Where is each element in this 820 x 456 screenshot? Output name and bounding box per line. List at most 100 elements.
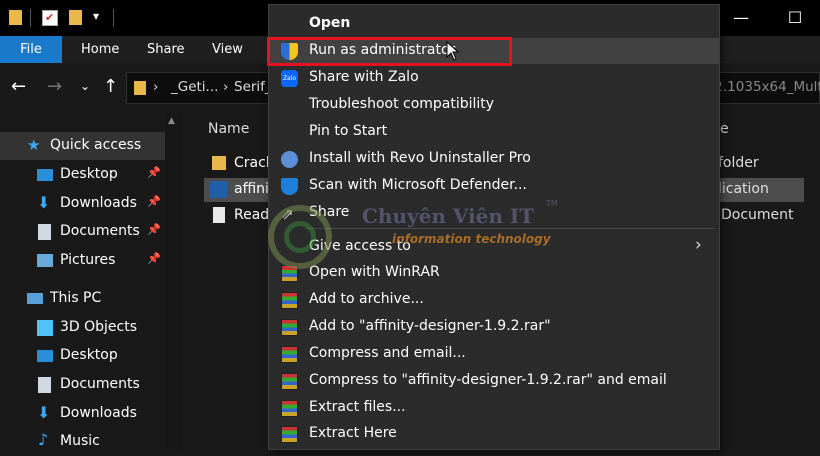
zalo-icon: Zalo: [281, 70, 298, 87]
navigation-pane: ★ Quick access Desktop 📌 ⬇ Downloads 📌 D…: [0, 113, 181, 450]
menu-item-install-with-revo[interactable]: Install with Revo Uninstaller Pro: [269, 146, 719, 172]
sidebar-item-label: Pictures: [60, 252, 116, 268]
forward-arrow-icon[interactable]: →: [47, 76, 62, 97]
folder-icon: [9, 10, 22, 25]
menu-item-add-to-rar[interactable]: Add to "affinity-designer-1.9.2.rar": [269, 314, 719, 340]
winrar-icon: [281, 292, 298, 309]
submenu-chevron-right-icon: ›: [695, 235, 702, 255]
file-type: lication: [718, 181, 769, 197]
menu-item-label: Install with Revo Uninstaller Pro: [309, 150, 531, 166]
mouse-cursor-icon: [446, 41, 460, 61]
sidebar-item-label: Documents: [60, 376, 140, 392]
column-header-type[interactable]: e: [720, 121, 729, 137]
sidebar-item-pictures[interactable]: Pictures 📌: [0, 247, 165, 275]
menu-item-pin-to-start[interactable]: Pin to Start: [269, 119, 719, 145]
sidebar-item-desktop-pc[interactable]: Desktop: [0, 342, 165, 370]
menu-item-compress-to-rar-and-email[interactable]: Compress to "affinity-designer-1.9.2.rar…: [269, 368, 719, 394]
menu-item-troubleshoot-compatibility[interactable]: Troubleshoot compatibility: [269, 92, 719, 118]
menu-item-extract-here[interactable]: Extract Here: [269, 421, 719, 447]
sidebar-item-downloads-pc[interactable]: ⬇ Downloads: [0, 400, 165, 428]
menu-item-add-to-archive[interactable]: Add to archive...: [269, 287, 719, 313]
sidebar-item-label: 3D Objects: [60, 319, 138, 335]
desktop-icon: [37, 350, 53, 362]
menu-item-compress-and-email[interactable]: Compress and email...: [269, 341, 719, 367]
new-folder-icon[interactable]: [69, 10, 82, 25]
documents-icon: [38, 224, 51, 240]
file-name: Read: [234, 207, 270, 223]
menu-item-open-with-winrar[interactable]: Open with WinRAR: [269, 260, 719, 286]
file-type: Document: [721, 207, 794, 223]
minimize-icon[interactable]: —: [726, 6, 756, 30]
defender-shield-icon: [281, 178, 298, 195]
text-document-icon: [213, 207, 225, 223]
menu-item-share-with-zalo[interactable]: Zalo Share with Zalo: [269, 65, 719, 91]
menu-item-label: Share with Zalo: [309, 69, 419, 85]
properties-icon[interactable]: ✔: [42, 10, 58, 26]
quick-access-toolbar-separator: [30, 9, 31, 27]
watermark-logo: [268, 205, 332, 269]
scroll-up-icon[interactable]: ▲: [168, 116, 175, 126]
desktop-icon: [37, 169, 53, 181]
watermark-title: Chuyên Viên IT: [362, 204, 535, 228]
sidebar-item-downloads[interactable]: ⬇ Downloads 📌: [0, 190, 165, 218]
sidebar-item-label: Quick access: [50, 137, 142, 153]
up-arrow-icon[interactable]: ↑: [103, 76, 118, 97]
folder-icon: [212, 156, 226, 170]
menu-item-label: Compress to "affinity-designer-1.9.2.rar…: [309, 372, 667, 388]
customize-toolbar-icon[interactable]: ▾: [93, 9, 99, 23]
recent-locations-chevron-icon[interactable]: ⌄: [80, 79, 90, 93]
pin-icon[interactable]: 📌: [147, 223, 161, 236]
tab-share[interactable]: Share: [147, 36, 185, 63]
back-arrow-icon[interactable]: ←: [11, 76, 26, 97]
menu-item-label: Add to archive...: [309, 291, 424, 307]
menu-item-label: Extract Here: [309, 425, 397, 441]
highlight-annotation-box: [267, 37, 512, 66]
sidebar-item-3d-objects[interactable]: 3D Objects: [0, 314, 165, 342]
pin-icon[interactable]: 📌: [147, 252, 161, 265]
tab-home[interactable]: Home: [81, 36, 119, 63]
menu-item-label: Scan with Microsoft Defender...: [309, 177, 527, 193]
watermark-subtitle: information technology: [392, 232, 551, 246]
revo-uninstaller-icon: [281, 151, 298, 168]
address-path-tail: .2.1035x64_Mult: [710, 79, 820, 95]
breadcrumb-item[interactable]: _Geti...: [171, 79, 218, 95]
menu-item-open[interactable]: Open: [269, 11, 719, 37]
sidebar-item-label: Music: [60, 433, 100, 449]
menu-item-label: Compress and email...: [309, 345, 466, 361]
column-header-name[interactable]: Name: [208, 121, 249, 137]
maximize-icon[interactable]: ☐: [780, 6, 810, 30]
sidebar-item-label: Documents: [60, 223, 140, 239]
sidebar-item-documents-pc[interactable]: Documents: [0, 371, 165, 399]
sidebar-item-desktop[interactable]: Desktop 📌: [0, 161, 165, 189]
menu-item-extract-files[interactable]: Extract files...: [269, 395, 719, 421]
cube-icon: [37, 320, 53, 336]
sidebar-item-label: This PC: [50, 290, 102, 306]
file-type: folder: [718, 155, 759, 171]
breadcrumb-item[interactable]: Serif_: [234, 79, 272, 95]
sidebar-item-label: Desktop: [60, 347, 118, 363]
computer-icon: [27, 293, 43, 304]
menu-item-label: Pin to Start: [309, 123, 388, 139]
sidebar-scrollbar[interactable]: ▲: [165, 113, 181, 450]
sidebar-item-documents[interactable]: Documents 📌: [0, 218, 165, 246]
sidebar-item-music[interactable]: ♪ Music: [0, 428, 165, 456]
sidebar-item-label: Downloads: [60, 195, 137, 211]
sidebar-item-label: Downloads: [60, 405, 137, 421]
tab-view[interactable]: View: [212, 36, 243, 63]
sidebar-item-label: Desktop: [60, 166, 118, 182]
sidebar-item-quick-access[interactable]: ★ Quick access: [0, 132, 165, 160]
menu-item-label: Troubleshoot compatibility: [309, 96, 495, 112]
pin-icon[interactable]: 📌: [147, 166, 161, 179]
winrar-icon: [281, 400, 298, 417]
tab-file[interactable]: File: [0, 36, 62, 63]
menu-item-scan-with-defender[interactable]: Scan with Microsoft Defender...: [269, 173, 719, 199]
download-arrow-icon: ⬇: [37, 403, 51, 422]
sidebar-item-this-pc[interactable]: This PC: [0, 285, 165, 313]
menu-item-label: Open with WinRAR: [309, 264, 440, 280]
star-icon: ★: [27, 136, 41, 154]
breadcrumb-separator-icon: ›: [223, 79, 229, 95]
winrar-icon: [281, 319, 298, 336]
title-separator: [113, 9, 114, 27]
pin-icon[interactable]: 📌: [147, 195, 161, 208]
watermark-trademark: TM: [546, 199, 558, 208]
